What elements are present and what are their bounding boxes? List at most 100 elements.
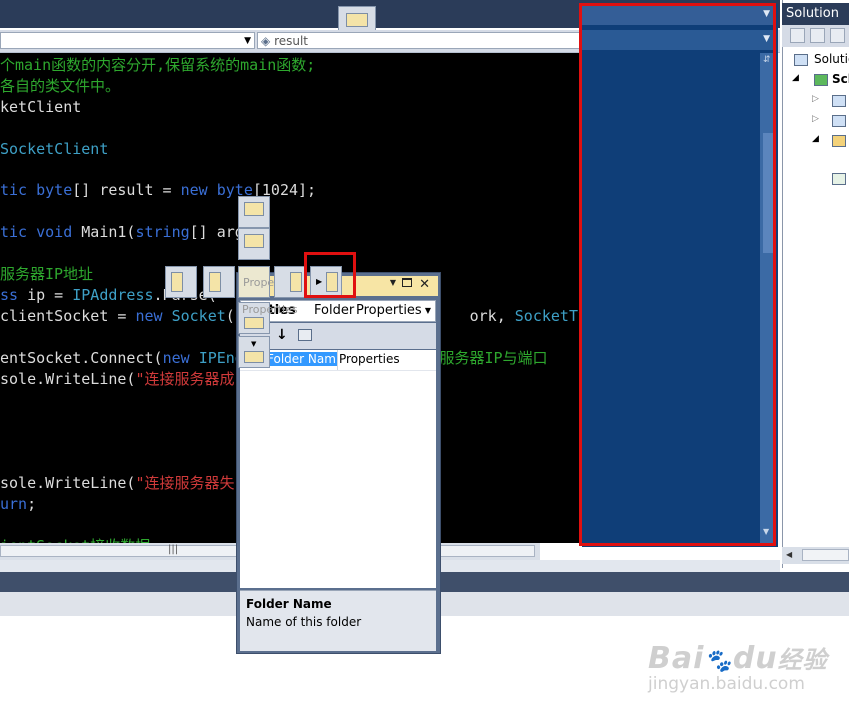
show-all-files-icon[interactable]	[810, 28, 825, 43]
code-token: new	[180, 181, 217, 200]
code-token: 各自的类文件中。	[0, 76, 121, 95]
refresh-icon[interactable]	[830, 28, 845, 43]
sort-alphabetical-icon[interactable]: ↓	[276, 327, 290, 345]
description-text: Name of this folder	[246, 615, 362, 629]
watermark-brand2: du	[732, 641, 778, 676]
type-combo[interactable]: ▼	[0, 32, 255, 49]
chevron-down-icon[interactable]: ▼	[390, 278, 396, 287]
code-token: SocketClient	[0, 139, 109, 158]
dock-guide-right-inner[interactable]	[274, 266, 306, 298]
dock-bottom-icon	[244, 317, 264, 329]
code-token: IPAddress	[72, 285, 154, 304]
code-line[interactable]: 各自的类文件中。	[0, 76, 120, 96]
code-token: Socket	[171, 306, 226, 325]
paw-icon: 🐾	[704, 649, 733, 674]
expand-icon[interactable]: ◢	[812, 134, 819, 144]
solution-explorer-toolbar	[782, 25, 849, 47]
chevron-down-icon: ▼	[424, 306, 431, 315]
right-dock-callout	[304, 252, 356, 298]
object-selector-name: Folder	[314, 303, 355, 318]
property-grid[interactable]: Folder Nam Properties	[240, 350, 436, 588]
dock-guide-top[interactable]	[238, 196, 270, 228]
dock-guide-bottom-inner[interactable]: Properties	[238, 302, 298, 334]
code-token: entSocket.Connect(	[0, 348, 163, 367]
code-token: urn	[0, 494, 28, 513]
code-token: string	[135, 223, 190, 242]
code-token: 个main函数的内容分开,保留系统的main函数;	[0, 56, 316, 74]
code-token: [] result =	[72, 181, 181, 200]
dock-guide-left-inner[interactable]	[203, 266, 235, 298]
code-token: byte	[36, 181, 73, 200]
collapse-icon[interactable]: ▷	[812, 94, 819, 104]
watermark-brand: Bai	[648, 641, 705, 676]
solution-explorer-hscroll[interactable]: ◀	[782, 547, 849, 564]
watermark: Bai🐾du经验 jingyan.baidu.com	[648, 640, 828, 694]
dock-guide-bottom[interactable]: ▼	[238, 336, 270, 368]
dock-guide-center[interactable]: Properties	[238, 266, 299, 298]
code-line[interactable]: SocketClient	[0, 139, 108, 159]
code-token: tic	[0, 223, 37, 242]
code-token: sole.WriteLine(	[0, 369, 136, 388]
code-line[interactable]: sole.WriteLine("连接服务器失	[0, 473, 235, 493]
close-icon[interactable]: ✕	[419, 277, 430, 292]
code-line[interactable]: tic void Main1(string[] args)	[0, 222, 262, 242]
code-token: "连接服务器失	[135, 474, 235, 492]
code-token: new	[162, 348, 199, 367]
properties-folder-icon	[832, 95, 846, 107]
code-line[interactable]: ientSocket接收数据	[0, 536, 150, 543]
code-line[interactable]: ketClient	[0, 97, 81, 117]
dock-guide-left[interactable]	[165, 266, 197, 298]
scroll-thumb[interactable]	[802, 549, 849, 561]
object-selector-type: Properties	[356, 303, 422, 318]
dock-guide-top-inner[interactable]	[238, 228, 270, 260]
property-value: Properties	[339, 352, 400, 366]
code-token: new	[135, 306, 172, 325]
solution-icon	[794, 54, 808, 66]
csharp-file-icon	[832, 173, 846, 185]
chevron-down-icon: ▼	[244, 36, 251, 46]
dock-ghost-label: Properties	[242, 303, 298, 316]
code-token: "连接服务器成	[135, 369, 235, 388]
watermark-brand3: 经验	[777, 646, 828, 674]
code-line[interactable]: urn;	[0, 494, 36, 514]
expand-icon[interactable]: ◢	[792, 73, 799, 83]
code-line[interactable]: sole.WriteLine("连接服务器成	[0, 369, 235, 389]
dock-right-icon	[290, 272, 302, 292]
member-combo-text: result	[274, 34, 309, 48]
dock-top-icon	[244, 234, 264, 248]
dock-top-icon	[346, 13, 368, 27]
properties-icon[interactable]	[790, 28, 805, 43]
code-line[interactable]: 个main函数的内容分开,保留系统的main函数;	[0, 55, 315, 75]
code-token: clientSocket =	[0, 306, 136, 325]
dock-top-icon	[244, 202, 264, 216]
collapse-icon[interactable]: ▷	[812, 114, 819, 124]
down-arrow-icon: ▼	[251, 340, 257, 348]
property-description-pane: Folder Name Name of this folder	[240, 590, 436, 651]
dock-bottom-icon	[244, 351, 264, 363]
dock-left-icon	[209, 272, 221, 292]
dock-left-icon	[171, 272, 183, 292]
property-name: Folder Nam	[266, 352, 337, 366]
tree-item-project[interactable]: Scl	[832, 72, 849, 86]
code-token: sole.WriteLine(	[0, 474, 136, 492]
code-token: ;	[27, 494, 37, 513]
csharp-project-icon	[814, 74, 828, 86]
code-token: void	[36, 223, 82, 242]
field-icon: ◈	[261, 34, 271, 48]
description-title: Folder Name	[246, 597, 332, 611]
member-combo[interactable]: ◈ result	[257, 32, 580, 49]
references-icon	[832, 115, 846, 127]
grip-icon: |||	[168, 544, 179, 555]
property-pages-icon[interactable]	[298, 329, 312, 341]
code-token: ss	[0, 285, 28, 304]
grid-divider	[337, 350, 338, 370]
code-token: ip =	[27, 285, 73, 304]
folder-icon	[832, 135, 846, 147]
code-token: ketClient	[0, 97, 82, 116]
code-line[interactable]: 服务器IP地址	[0, 264, 93, 284]
watermark-url: jingyan.baidu.com	[648, 674, 805, 694]
tree-item-solution[interactable]: Solution	[814, 52, 849, 66]
code-token: Main1(	[81, 223, 136, 242]
maximize-icon[interactable]	[402, 278, 412, 287]
dock-target-highlight	[579, 3, 776, 546]
